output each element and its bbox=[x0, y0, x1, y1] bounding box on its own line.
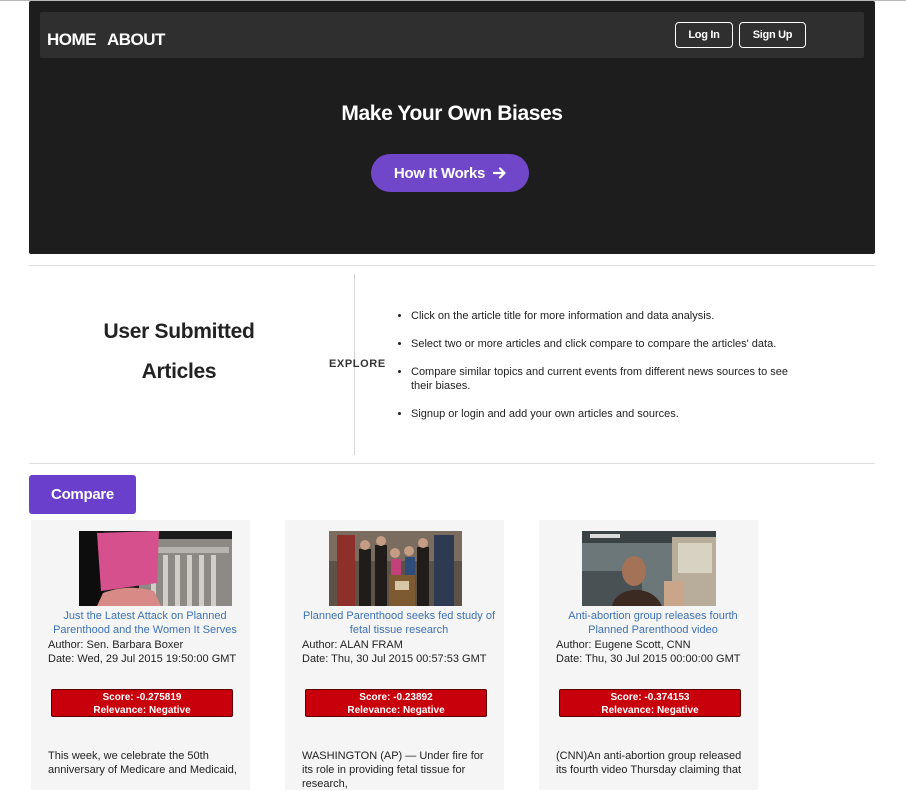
score-value: Score: -0.374153 bbox=[610, 692, 690, 703]
article-title-link[interactable]: Planned Parenthood seeks fed study of fe… bbox=[302, 609, 496, 637]
arrow-right-icon bbox=[493, 167, 506, 179]
article-title-link[interactable]: Anti-abortion group releases fourth Plan… bbox=[556, 609, 750, 637]
article-image[interactable] bbox=[79, 531, 232, 606]
relevance-value: Relevance: Negative bbox=[347, 705, 445, 716]
score-value: Score: -0.23892 bbox=[359, 692, 433, 703]
relevance-value: Relevance: Negative bbox=[93, 705, 191, 716]
how-it-works-button[interactable]: How It Works bbox=[371, 154, 529, 192]
article-excerpt: This week, we celebrate the 50th anniver… bbox=[48, 750, 237, 776]
nav-about-link[interactable]: ABOUT bbox=[107, 30, 165, 50]
relevance-value: Relevance: Negative bbox=[601, 705, 699, 716]
article-card[interactable]: Planned Parenthood seeks fed study of fe… bbox=[285, 520, 504, 790]
list-item: Signup or login and add your own article… bbox=[411, 407, 791, 421]
score-value: Score: -0.275819 bbox=[102, 692, 182, 703]
section-title: User Submitted Articles bbox=[64, 312, 294, 392]
article-date: Date: Thu, 30 Jul 2015 00:00:00 GMT bbox=[556, 653, 741, 665]
article-author: Author: Eugene Scott, CNN bbox=[556, 639, 691, 651]
list-item: Select two or more articles and click co… bbox=[411, 337, 791, 351]
article-card[interactable]: Anti-abortion group releases fourth Plan… bbox=[539, 520, 758, 790]
section-divider-bottom bbox=[29, 463, 875, 464]
section-title-line2: Articles bbox=[141, 360, 217, 383]
score-badge: Score: -0.374153 Relevance: Negative bbox=[559, 689, 741, 717]
compare-button[interactable]: Compare bbox=[29, 475, 136, 514]
score-badge: Score: -0.23892 Relevance: Negative bbox=[305, 689, 487, 717]
section-divider-top bbox=[29, 265, 875, 266]
article-excerpt: WASHINGTON (AP) — Under fire for its rol… bbox=[302, 750, 484, 790]
login-button[interactable]: Log In bbox=[675, 22, 733, 48]
article-excerpt: (CNN)An anti-abortion group released its… bbox=[556, 750, 742, 776]
signup-button[interactable]: Sign Up bbox=[739, 22, 806, 48]
article-title-link[interactable]: Just the Latest Attack on Planned Parent… bbox=[48, 609, 242, 637]
instructions-list: Click on the article title for more info… bbox=[396, 309, 791, 435]
list-item: Click on the article title for more info… bbox=[411, 309, 791, 323]
article-author: Author: Sen. Barbara Boxer bbox=[48, 639, 184, 651]
hero-banner: HOME ABOUT Log In Sign Up Make Your Own … bbox=[29, 1, 875, 254]
hero-title: Make Your Own Biases bbox=[341, 102, 563, 125]
list-item: Compare similar topics and current event… bbox=[411, 365, 791, 393]
article-date: Date: Wed, 29 Jul 2015 19:50:00 GMT bbox=[48, 653, 237, 665]
section-title-line1: User Submitted bbox=[103, 320, 255, 343]
article-card[interactable]: Just the Latest Attack on Planned Parent… bbox=[31, 520, 250, 790]
article-image[interactable] bbox=[329, 531, 482, 606]
navbar: HOME ABOUT Log In Sign Up bbox=[40, 12, 864, 58]
article-author: Author: ALAN FRAM bbox=[302, 639, 403, 651]
nav-home-link[interactable]: HOME bbox=[47, 30, 97, 50]
how-it-works-label: How It Works bbox=[393, 164, 486, 182]
article-date: Date: Thu, 30 Jul 2015 00:57:53 GMT bbox=[302, 653, 487, 665]
score-badge: Score: -0.275819 Relevance: Negative bbox=[51, 689, 233, 717]
explore-label: EXPLORE bbox=[329, 358, 386, 370]
article-image[interactable] bbox=[582, 531, 716, 606]
